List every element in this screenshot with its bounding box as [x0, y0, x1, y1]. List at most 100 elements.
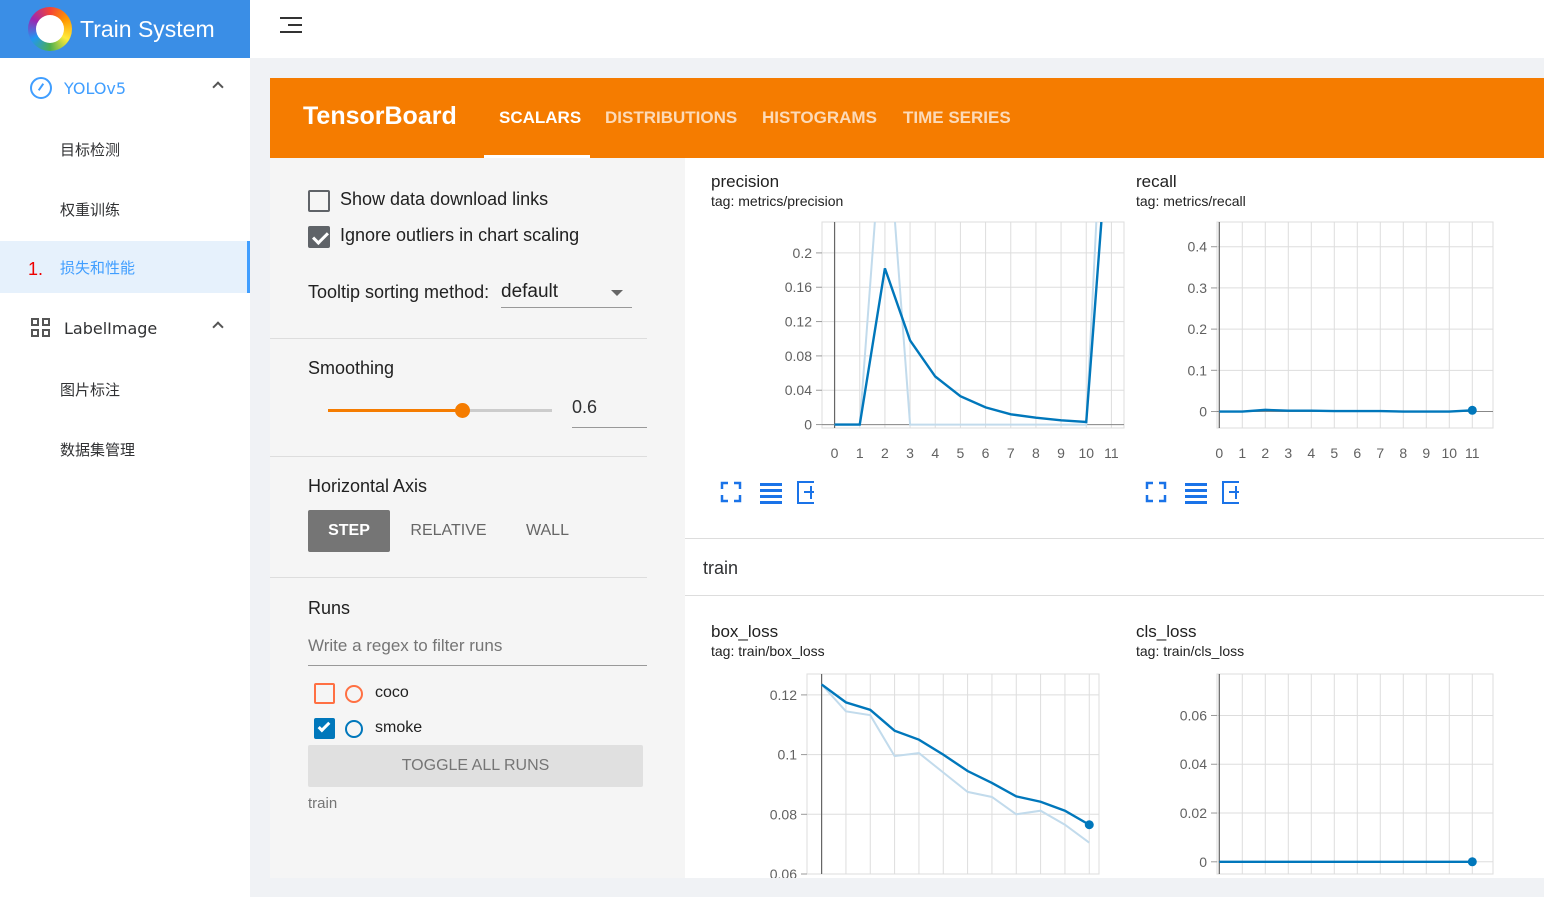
collapse-menu-icon[interactable] [280, 15, 302, 35]
section-header-train[interactable]: train [685, 538, 1544, 596]
menu-group-yolov5[interactable]: YOLOv5 [0, 58, 250, 118]
series-group [1219, 408, 1473, 413]
runs-filter-input[interactable]: Write a regex to filter runs [308, 636, 647, 666]
axis-wall-button[interactable]: WALL [510, 510, 585, 552]
axis-step-button[interactable]: STEP [308, 510, 390, 552]
x-tick-label: 1 [856, 445, 864, 461]
y-tick-label: 0.1 [1188, 362, 1208, 378]
menu-item-weight-training[interactable]: 权重训练 [0, 179, 250, 239]
menu-group-labelimage[interactable]: LabelImage [0, 298, 250, 358]
y-tick-label: 0.08 [770, 806, 797, 822]
smoothing-label: Smoothing [308, 358, 395, 378]
run-name-smoke: smoke [375, 719, 423, 736]
y-tick-label: 0.04 [1180, 756, 1207, 772]
run-name-coco: coco [375, 684, 409, 701]
menu-group-label: LabelImage [64, 318, 158, 338]
menu-group-label: YOLOv5 [64, 78, 127, 98]
x-tick-label: 6 [1353, 445, 1361, 461]
y-tick-label: 0.08 [785, 348, 812, 364]
toggle-all-runs-button[interactable]: TOGGLE ALL RUNS [308, 745, 643, 787]
y-tick-label: 0.1 [778, 747, 798, 763]
runs-filter-placeholder: Write a regex to filter runs [308, 636, 503, 655]
tab-distributions[interactable]: DISTRIBUTIONS [605, 108, 737, 128]
x-tick-label: 10 [1442, 445, 1458, 461]
x-tick-label: 7 [1007, 445, 1015, 461]
app-sidebar: Train System YOLOv5 目标检测 权重训练 损失和性能 Labe… [0, 0, 250, 897]
x-tick-label: 11 [1104, 445, 1119, 461]
fullscreen-icon[interactable] [1145, 481, 1167, 503]
chart-tag-recall: tag: metrics/recall [1136, 193, 1246, 209]
menu-item-image-annotation[interactable]: 图片标注 [0, 359, 250, 419]
x-tick-label: 5 [1330, 445, 1338, 461]
x-tick-label: 4 [931, 445, 939, 461]
x-tick-label: 9 [1057, 445, 1065, 461]
y-tick-label: 0.16 [785, 279, 812, 295]
y-tick-label: 0.04 [785, 382, 812, 398]
chart-tag-box-loss: tag: train/box_loss [711, 643, 825, 659]
x-tick-label: 5 [957, 445, 965, 461]
tab-scalars[interactable]: SCALARS [499, 108, 581, 128]
annotation-step-1: 1. [28, 259, 44, 279]
x-tick-label: 6 [982, 445, 990, 461]
fit-domain-icon[interactable] [797, 481, 814, 504]
tab-time-series[interactable]: TIME SERIES [903, 108, 1011, 128]
cls-loss-chart[interactable]: 0 0.02 0.04 0.06 [1130, 668, 1544, 878]
x-tick-label: 7 [1376, 445, 1384, 461]
menu-item-object-detection[interactable]: 目标检测 [0, 119, 250, 179]
show-download-label: Show data download links [340, 189, 549, 209]
ignore-outliers-checkbox[interactable] [308, 226, 330, 248]
tensorboard-frame: TensorBoard SCALARS DISTRIBUTIONS HISTOG… [270, 78, 1544, 878]
x-tick-label: 1 [1238, 445, 1246, 461]
tensorboard-header: TensorBoard SCALARS DISTRIBUTIONS HISTOG… [270, 78, 1544, 158]
run-checkbox-smoke[interactable] [314, 718, 335, 739]
smoothing-slider-thumb[interactable] [455, 403, 471, 418]
toggle-log-scale-icon[interactable] [760, 483, 782, 504]
chevron-up-icon [212, 321, 224, 333]
y-tick-label: 0.02 [1180, 805, 1207, 821]
fullscreen-icon[interactable] [720, 481, 742, 503]
precision-chart-actions [720, 481, 814, 504]
run-directory-label: train [308, 795, 338, 812]
run-checkbox-coco[interactable] [314, 683, 335, 704]
y-tick-label: 0.06 [770, 866, 797, 878]
app-title: Train System [80, 15, 215, 42]
app-logo-icon [28, 7, 72, 51]
y-tick-label: 0 [804, 417, 812, 433]
x-tick-label: 2 [881, 445, 889, 461]
x-tick-label: 3 [906, 445, 914, 461]
y-tick-label: 0 [1199, 404, 1207, 420]
tooltip-sorting-value: default [501, 281, 559, 302]
tab-histograms[interactable]: HISTOGRAMS [762, 108, 877, 128]
checkmark-icon [317, 719, 331, 733]
recall-chart[interactable]: 00.10.20.30.40 1 2 3 4 5 6 7 8 9 10 11 [1130, 216, 1544, 476]
x-tick-label: 11 [1465, 445, 1480, 461]
series-line-raw [834, 222, 1098, 426]
axis-relative-button[interactable]: RELATIVE [400, 510, 497, 552]
smoothing-slider-fill [328, 409, 463, 412]
menu-item-dataset-management[interactable]: 数据集管理 [0, 419, 250, 479]
dropdown-arrow-icon [611, 290, 623, 296]
ignore-outliers-label: Ignore outliers in chart scaling [340, 225, 580, 245]
horizontal-axis-label: Horizontal Axis [308, 476, 428, 496]
fit-domain-icon[interactable] [1222, 481, 1239, 504]
y-tick-label: 0.3 [1188, 280, 1208, 296]
tensorboard-settings-panel: Show data download links Ignore outliers… [270, 158, 685, 878]
y-tick-label: 0.12 [770, 687, 797, 703]
smoothing-value-input[interactable]: 0.6 [572, 397, 647, 428]
chart-title-cls-loss: cls_loss [1136, 622, 1197, 641]
tooltip-sorting-label: Tooltip sorting method: [308, 282, 490, 302]
chart-title-recall: recall [1136, 172, 1177, 191]
smoothing-slider[interactable] [328, 403, 552, 418]
precision-chart[interactable]: 0 0.04 0.08 0.12 0.16 0.2 0 1 2 3 4 5 6 7 8 9 10 11 [685, 216, 1125, 476]
plot-area [1216, 673, 1494, 875]
tooltip-sorting-select[interactable]: default [501, 278, 632, 308]
divider [270, 456, 647, 457]
box-loss-chart[interactable]: 0.06 0.08 0.1 0.12 [685, 668, 1125, 878]
y-tick-label: 0.2 [1188, 321, 1208, 337]
y-tick-label: 0.2 [793, 245, 813, 261]
x-tick-label: 2 [1261, 445, 1269, 461]
show-download-checkbox[interactable] [308, 190, 330, 212]
toggle-log-scale-icon[interactable] [1185, 483, 1207, 504]
x-tick-label: 8 [1032, 445, 1040, 461]
series-end-point [1084, 820, 1094, 830]
